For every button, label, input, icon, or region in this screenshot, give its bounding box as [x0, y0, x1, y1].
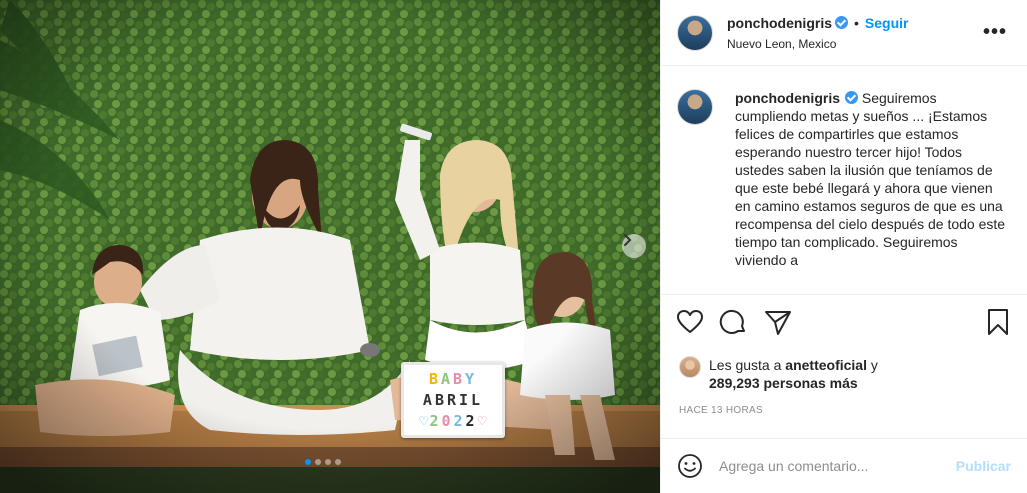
- comment-bar: Publicar: [661, 438, 1027, 493]
- likes-count-link[interactable]: 289,293 personas más: [709, 375, 858, 391]
- author-avatar[interactable]: [677, 14, 713, 51]
- chevron-right-icon: [624, 234, 632, 246]
- lightbox-letter: A: [440, 369, 453, 388]
- caption-author-avatar[interactable]: [677, 89, 713, 125]
- author-username[interactable]: ponchodenigris: [727, 15, 832, 31]
- more-options-icon[interactable]: •••: [983, 22, 1007, 42]
- lightbox-digit: 2: [429, 412, 442, 431]
- verified-badge-icon: [845, 91, 858, 104]
- carousel-dots: [305, 459, 341, 465]
- likes-prefix: Les gusta a: [709, 357, 782, 373]
- caption-body: Seguiremos cumpliendo metas y sueños ...…: [735, 90, 1006, 268]
- likes-conjunction: y: [870, 357, 878, 373]
- carousel-dot: [315, 459, 321, 465]
- verified-badge-icon: [835, 15, 848, 29]
- lightbox-digit: 2: [465, 412, 478, 431]
- follow-button[interactable]: Seguir: [865, 15, 909, 31]
- carousel-dot: [305, 459, 311, 465]
- lightbox-letter: B: [453, 369, 466, 388]
- photo-scene: [0, 0, 660, 493]
- header-bullet: •: [854, 14, 859, 31]
- like-heart-icon[interactable]: [675, 307, 705, 337]
- lightbox-letter: Y: [465, 369, 478, 388]
- lightbox-heart-left-icon: ♡: [419, 412, 430, 431]
- carousel-dot: [335, 459, 341, 465]
- comment-input[interactable]: [719, 458, 939, 474]
- lightbox-letter: B: [428, 369, 441, 388]
- carousel-next-button[interactable]: [622, 234, 646, 258]
- likes-text: Les gusta a anetteoficial y 289,293 pers…: [709, 356, 878, 392]
- post-photo[interactable]: BABY ABRIL ♡2022♡: [0, 0, 660, 493]
- lightbox-digit: 0: [441, 412, 454, 431]
- post-header: ponchodenigris • Seguir Nuevo Leon, Mexico…: [661, 0, 1027, 66]
- post-actions: [661, 294, 1027, 354]
- emoji-smiley-icon[interactable]: [677, 453, 703, 479]
- caption-area: ponchodenigris Seguiremos cumpliendo met…: [661, 67, 1027, 293]
- publish-comment-button[interactable]: Publicar: [956, 458, 1011, 474]
- post-side-panel: ponchodenigris • Seguir Nuevo Leon, Mexico…: [660, 0, 1027, 493]
- post-timestamp[interactable]: HACE 13 HORAS: [679, 405, 763, 416]
- lightbox-row-baby: BABY: [429, 370, 477, 388]
- caption-text: ponchodenigris Seguiremos cumpliendo met…: [735, 89, 1011, 293]
- carousel-dot: [325, 459, 331, 465]
- lightbox-row-abril: ABRIL: [422, 390, 484, 409]
- liker-avatar[interactable]: [679, 356, 701, 378]
- caption-username[interactable]: ponchodenigris: [735, 90, 840, 106]
- author-info: ponchodenigris • Seguir Nuevo Leon, Mexico: [727, 15, 908, 51]
- likes-summary: Les gusta a anetteoficial y 289,293 pers…: [679, 356, 878, 392]
- baby-announcement-lightbox: BABY ABRIL ♡2022♡: [401, 362, 505, 438]
- share-paper-plane-icon[interactable]: [763, 307, 793, 337]
- lightbox-heart-right-icon: ♡: [477, 412, 487, 431]
- save-bookmark-icon[interactable]: [983, 307, 1013, 337]
- comment-bubble-icon[interactable]: [719, 307, 749, 337]
- post-location[interactable]: Nuevo Leon, Mexico: [727, 37, 908, 51]
- lightbox-digit: 2: [453, 412, 466, 431]
- lightbox-row-year: ♡2022♡: [419, 412, 486, 430]
- liker-username[interactable]: anetteoficial: [785, 357, 867, 373]
